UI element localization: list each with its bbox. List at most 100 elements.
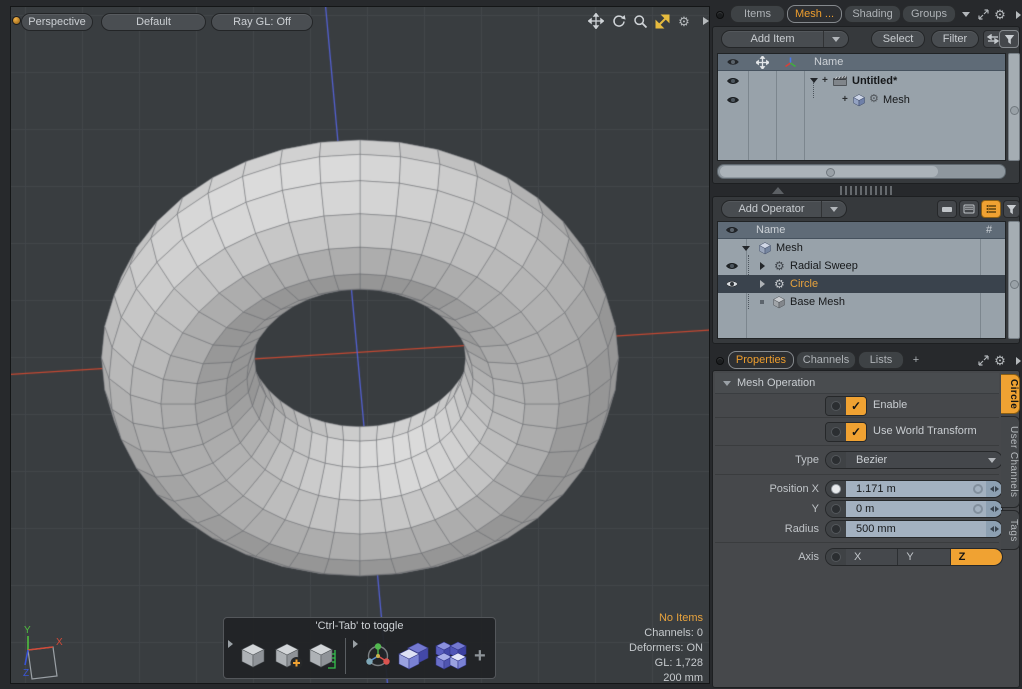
panel-menu-arrow-icon[interactable] (1011, 8, 1022, 21)
solo-view-icon[interactable] (937, 200, 957, 218)
torus-mesh-render[interactable] (11, 7, 709, 683)
collapsed-arrow-icon[interactable] (760, 275, 765, 293)
operator-label[interactable]: Circle (790, 275, 818, 293)
window-view-icon[interactable] (959, 200, 979, 218)
toolbar-popup-arrow-icon[interactable] (228, 640, 233, 648)
eye-icon[interactable] (726, 90, 740, 109)
add-cube-tool-icon[interactable] (273, 640, 303, 673)
tab-lists[interactable]: Lists (858, 351, 904, 369)
radius-value[interactable]: 500 mm (846, 521, 986, 537)
mesh-operation-section-header[interactable]: Mesh Operation (715, 373, 999, 394)
expand-panel-icon[interactable] (976, 354, 990, 367)
tab-overflow-icon[interactable] (959, 8, 973, 21)
minislider-knob-icon[interactable] (970, 481, 986, 497)
channel-toggle-icon[interactable] (826, 481, 846, 497)
panel-divider[interactable] (712, 184, 1022, 196)
channel-toggle-icon[interactable] (826, 423, 846, 441)
add-tool-icon[interactable]: + (474, 646, 486, 666)
transform-column-icon[interactable] (749, 54, 776, 70)
channel-toggle-icon[interactable] (826, 501, 846, 517)
duplicate-mesh-tool-icon[interactable] (398, 640, 430, 673)
gear-icon[interactable]: ⚙ (993, 354, 1007, 367)
raygl-button[interactable]: Ray GL: Off (211, 13, 313, 31)
viewport-3d[interactable]: Perspective Default Ray GL: Off ⚙ (10, 6, 710, 684)
channel-toggle-icon[interactable] (826, 521, 846, 537)
filter-funnel-icon[interactable] (999, 30, 1019, 48)
side-tab-user-channels[interactable]: User Channels (1001, 416, 1020, 508)
tab-add[interactable]: + (906, 351, 926, 369)
side-tab-tags[interactable]: Tags (1001, 510, 1020, 550)
add-child-icon[interactable]: + (822, 71, 828, 90)
list-view-icon[interactable] (981, 200, 1001, 218)
eye-icon[interactable] (725, 275, 739, 293)
panel-rollover-dot[interactable] (716, 11, 724, 19)
filter-funnel-icon[interactable] (1003, 200, 1020, 218)
tab-groups[interactable]: Groups (902, 5, 956, 23)
operator-label[interactable]: Base Mesh (790, 293, 845, 311)
filter-button[interactable]: Filter (931, 30, 979, 48)
position-x-field[interactable]: 1.171 m (825, 480, 1003, 498)
add-child-icon[interactable]: + (842, 90, 848, 109)
operator-row-circle[interactable]: ⚙ Circle (718, 275, 1005, 293)
tab-channels[interactable]: Channels (796, 351, 856, 369)
use-world-transform-checkbox[interactable]: ✓ (825, 422, 867, 442)
collapse-panel-arrow-icon[interactable] (772, 187, 784, 194)
tab-mesh[interactable]: Mesh ... (787, 5, 842, 23)
add-item-dropdown-arrow[interactable] (823, 31, 848, 47)
enable-checkbox[interactable]: ✓ (825, 396, 867, 416)
item-label[interactable]: Mesh (883, 90, 910, 109)
toolbar-popup-arrow-icon[interactable] (353, 640, 358, 648)
eye-icon[interactable] (725, 257, 739, 275)
minislider-knob-icon[interactable] (970, 501, 986, 517)
add-operator-button[interactable]: Add Operator (721, 200, 847, 218)
divider-grip[interactable] (840, 186, 892, 195)
name-column-header[interactable]: Name (756, 222, 785, 238)
gear-icon[interactable]: ⚙ (675, 12, 693, 30)
dropdown-arrow-icon[interactable] (982, 452, 1002, 468)
item-tree-vertical-scrollbar[interactable] (1008, 53, 1020, 161)
viewport-rollover-dot[interactable] (12, 16, 21, 25)
axis-z-button[interactable]: Z (951, 549, 1002, 565)
axis-x-button[interactable]: X (846, 549, 898, 565)
channel-toggle-icon[interactable] (826, 397, 846, 415)
gear-icon[interactable]: ⚙ (993, 8, 1007, 21)
item-label[interactable]: Untitled* (852, 71, 897, 90)
add-item-button[interactable]: Add Item (721, 30, 849, 48)
item-tree-horizontal-scrollbar[interactable] (717, 164, 1006, 179)
camera-view-button[interactable]: Perspective (21, 13, 93, 31)
operator-row-radial-sweep[interactable]: ⚙ Radial Sweep (718, 257, 1005, 275)
operator-row-base-mesh[interactable]: Base Mesh (718, 293, 1005, 311)
axis-column-icon[interactable] (777, 54, 804, 70)
type-dropdown[interactable]: Bezier (825, 451, 1003, 469)
side-tab-circle[interactable]: Circle (1001, 374, 1020, 414)
tab-properties[interactable]: Properties (728, 351, 794, 369)
value-stepper[interactable] (986, 501, 1002, 517)
value-stepper[interactable] (986, 481, 1002, 497)
cube-tool-icon[interactable] (238, 640, 268, 673)
collapsed-arrow-icon[interactable] (760, 257, 765, 275)
expand-panel-icon[interactable] (976, 8, 990, 21)
panel-rollover-dot[interactable] (716, 357, 724, 365)
array-mesh-tool-icon[interactable] (435, 640, 467, 673)
visibility-column-eye-icon[interactable] (718, 54, 748, 70)
operator-row-mesh[interactable]: Mesh (718, 239, 1005, 257)
rotate-view-icon[interactable] (609, 12, 627, 30)
value-stepper[interactable] (986, 521, 1002, 537)
shading-mode-button[interactable]: Default (101, 13, 206, 31)
checkbox-check-icon[interactable]: ✓ (846, 397, 866, 415)
operator-tree-vertical-scrollbar[interactable] (1008, 221, 1020, 339)
position-y-field[interactable]: 0 m (825, 500, 1003, 518)
position-y-value[interactable]: 0 m (846, 501, 970, 517)
mesh-ops-gear-icon[interactable]: ⚙ (869, 90, 879, 109)
cube-dimensions-tool-icon[interactable] (308, 640, 338, 673)
maximize-viewport-icon[interactable] (653, 12, 671, 30)
checkbox-check-icon[interactable]: ✓ (846, 423, 866, 441)
add-operator-dropdown-arrow[interactable] (821, 201, 846, 217)
visibility-column-eye-icon[interactable] (718, 222, 746, 238)
eye-icon[interactable] (726, 71, 740, 90)
tab-shading[interactable]: Shading (844, 5, 901, 23)
operator-label[interactable]: Mesh (776, 239, 803, 257)
name-column-header[interactable]: Name (814, 54, 843, 70)
zoom-icon[interactable] (631, 12, 649, 30)
viewport-options-arrow-icon[interactable] (697, 12, 710, 30)
